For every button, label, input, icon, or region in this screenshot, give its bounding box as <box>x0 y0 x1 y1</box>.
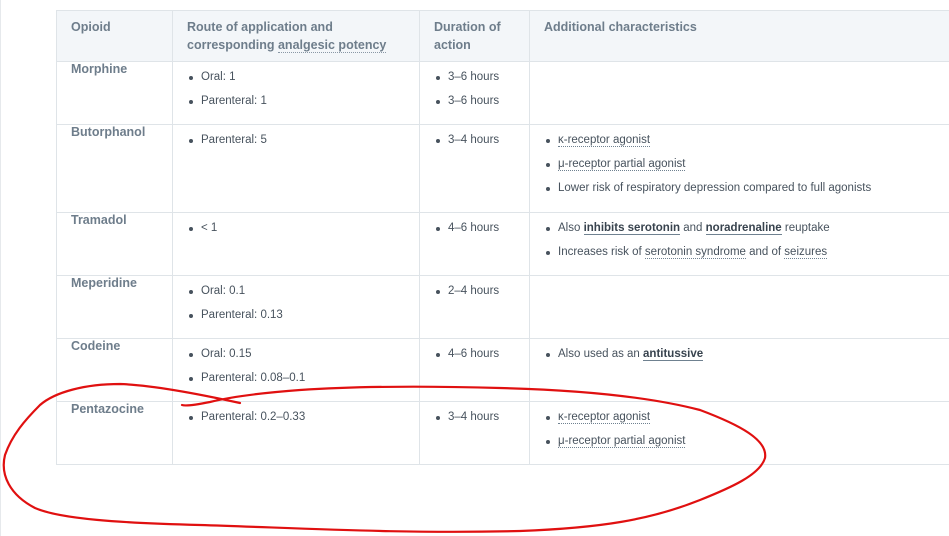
list-item: 3–4 hours <box>434 409 515 426</box>
route-list: Parenteral: 5 <box>187 125 405 149</box>
opioid-name: Butorphanol <box>56 124 173 213</box>
opioid-name: Meperidine <box>56 275 173 339</box>
list-item: Oral: 0.15 <box>187 346 405 363</box>
mu-partial-agonist-link[interactable]: μ-receptor partial agonist <box>558 158 686 171</box>
duration-list: 4–6 hours <box>434 339 515 363</box>
list-item: Parenteral: 0.08–0.1 <box>187 370 405 387</box>
list-item: μ-receptor partial agonist <box>544 156 942 173</box>
inhibits-serotonin-link[interactable]: inhibits serotonin <box>583 222 681 235</box>
list-item: μ-receptor partial agonist <box>544 433 942 450</box>
noradrenaline-link[interactable]: noradrenaline <box>705 222 782 235</box>
serotonin-syndrome-link[interactable]: serotonin syndrome <box>644 246 746 259</box>
characteristics-list: Also inhibits serotonin and noradrenalin… <box>544 213 942 261</box>
route-list: Oral: 0.15 Parenteral: 0.08–0.1 <box>187 339 405 387</box>
table-row-codeine: Codeine Oral: 0.15 Parenteral: 0.08–0.1 … <box>56 338 949 402</box>
header-duration: Duration of action <box>419 10 530 62</box>
page-left-border <box>0 0 1 536</box>
characteristics-list: Also used as an antitussive <box>544 339 942 363</box>
analgesic-potency-link[interactable]: analgesic potency <box>277 38 387 53</box>
table-row-butorphanol: Butorphanol Parenteral: 5 3–4 hours κ-re… <box>56 124 949 213</box>
opioid-name: Tramadol <box>56 212 173 276</box>
table-row-tramadol: Tramadol < 1 4–6 hours Also inhibits ser… <box>56 212 949 276</box>
kappa-agonist-link[interactable]: κ-receptor agonist <box>558 411 651 424</box>
characteristics-cell <box>529 275 949 339</box>
opioid-name: Pentazocine <box>56 401 173 465</box>
opioid-comparison-table: Opioid Route of application and correspo… <box>56 10 949 465</box>
route-list: Oral: 1 Parenteral: 1 <box>187 62 405 110</box>
duration-list: 2–4 hours <box>434 276 515 300</box>
list-item: Also used as an antitussive <box>544 346 942 363</box>
duration-list: 3–6 hours 3–6 hours <box>434 62 515 110</box>
list-item: 3–4 hours <box>434 132 515 149</box>
list-item: Oral: 0.1 <box>187 283 405 300</box>
list-item: Also inhibits serotonin and noradrenalin… <box>544 220 942 237</box>
header-opioid: Opioid <box>56 10 173 62</box>
duration-list: 3–4 hours <box>434 125 515 149</box>
list-item: < 1 <box>187 220 405 237</box>
header-additional: Additional characteristics <box>529 10 949 62</box>
opioid-name: Morphine <box>56 61 173 125</box>
list-item: κ-receptor agonist <box>544 132 942 149</box>
list-item: 2–4 hours <box>434 283 515 300</box>
duration-list: 3–4 hours <box>434 402 515 426</box>
list-item: κ-receptor agonist <box>544 409 942 426</box>
list-item: 4–6 hours <box>434 346 515 363</box>
characteristics-list: κ-receptor agonist μ-receptor partial ag… <box>544 125 942 197</box>
route-list: Oral: 0.1 Parenteral: 0.13 <box>187 276 405 324</box>
route-list: Parenteral: 0.2–0.33 <box>187 402 405 426</box>
duration-list: 4–6 hours <box>434 213 515 237</box>
table-row-morphine: Morphine Oral: 1 Parenteral: 1 3–6 hours… <box>56 61 949 125</box>
route-list: < 1 <box>187 213 405 237</box>
list-item: 4–6 hours <box>434 220 515 237</box>
antitussive-link[interactable]: antitussive <box>643 348 704 361</box>
list-item: 3–6 hours <box>434 69 515 86</box>
opioid-name: Codeine <box>56 338 173 402</box>
table-row-pentazocine: Pentazocine Parenteral: 0.2–0.33 3–4 hou… <box>56 401 949 465</box>
list-item: Increases risk of serotonin syndrome and… <box>544 244 942 261</box>
list-item: Oral: 1 <box>187 69 405 86</box>
list-item: Parenteral: 5 <box>187 132 405 149</box>
list-item: Lower risk of respiratory depression com… <box>544 180 942 197</box>
characteristics-cell <box>529 61 949 125</box>
list-item: Parenteral: 0.13 <box>187 307 405 324</box>
table-header-row: Opioid Route of application and correspo… <box>56 10 949 62</box>
characteristics-list: κ-receptor agonist μ-receptor partial ag… <box>544 402 942 450</box>
seizures-link[interactable]: seizures <box>784 246 828 259</box>
list-item: Parenteral: 0.2–0.33 <box>187 409 405 426</box>
header-route: Route of application and corresponding a… <box>172 10 420 62</box>
list-item: Parenteral: 1 <box>187 93 405 110</box>
table-row-meperidine: Meperidine Oral: 0.1 Parenteral: 0.13 2–… <box>56 275 949 339</box>
mu-partial-agonist-link[interactable]: μ-receptor partial agonist <box>558 435 686 448</box>
kappa-agonist-link[interactable]: κ-receptor agonist <box>558 134 651 147</box>
list-item: 3–6 hours <box>434 93 515 110</box>
